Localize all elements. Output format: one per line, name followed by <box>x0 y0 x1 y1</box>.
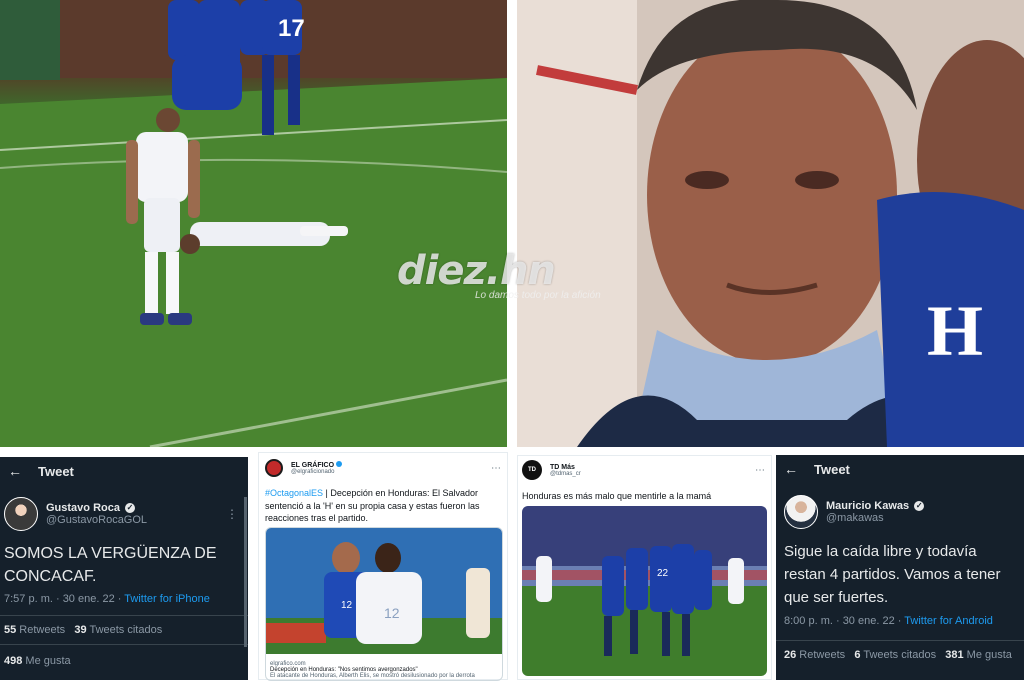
back-arrow-icon[interactable]: ← <box>784 461 798 477</box>
tweet-meta: 8:00 p. m. · 30 ene. 22 · Twitter for An… <box>776 609 1024 627</box>
tweet-photo[interactable]: 22 <box>522 506 767 676</box>
more-icon[interactable]: ⋮ <box>226 507 238 521</box>
honduras-h-crest-icon: H <box>927 291 983 371</box>
verified-badge-icon: ✓ <box>914 501 925 511</box>
likes-label[interactable]: Me gusta <box>964 649 1012 661</box>
tweet-author[interactable]: Mauricio Kawas ✓ @makawas <box>776 483 1024 529</box>
tweet-card-td-mas[interactable]: TD TD Más @tdmas_cr ⋯ Honduras es más ma… <box>517 455 772 680</box>
tweet-card-mauricio-kawas[interactable]: ← Tweet Mauricio Kawas ✓ @makawas Sigue … <box>776 455 1024 680</box>
tweet-header-title: Tweet <box>814 461 850 477</box>
retweets-label[interactable]: Retweets <box>16 624 65 636</box>
retweets-label[interactable]: Retweets <box>796 649 845 661</box>
likes-label[interactable]: Me gusta <box>22 655 70 667</box>
author-name: TD Más <box>550 463 575 471</box>
avatar[interactable] <box>784 495 818 529</box>
svg-text:12: 12 <box>384 605 400 621</box>
photo-players-on-pitch: 17 <box>0 0 507 447</box>
link-description: El atacante de Honduras, Alberth Elis, s… <box>270 673 475 679</box>
quotes-count[interactable]: 39 <box>74 624 86 636</box>
svg-text:12: 12 <box>341 600 353 611</box>
link-preview-card[interactable]: 12 12 elgrafico.com Decepción en Hondura… <box>265 527 503 681</box>
tweet-header-title: Tweet <box>38 463 74 479</box>
tweet-source-link[interactable]: Twitter for Android <box>904 615 993 627</box>
tweet-author[interactable]: TD TD Más @tdmas_cr ⋯ <box>518 456 771 480</box>
retweets-count[interactable]: 26 <box>784 649 796 661</box>
tweet-time: 7:57 p. m. · 30 ene. 22 · <box>4 593 125 605</box>
author-handle: @GustavoRocaGOL <box>46 514 148 526</box>
tweet-source-link[interactable]: Twitter for iPhone <box>124 593 210 605</box>
author-name: EL GRÁFICO <box>291 462 335 469</box>
tweet-text: Sigue la caída libre y todavía restan 4 … <box>784 543 1001 606</box>
avatar[interactable] <box>4 497 38 531</box>
pitch-scene-graphic: 17 <box>0 0 507 447</box>
link-preview-image: 12 12 <box>266 528 502 654</box>
author-handle: @elgraficionado <box>291 469 335 475</box>
tweet-text: SOMOS LA VERGÜENZA DE CONCACAF. <box>4 545 217 585</box>
likes-count[interactable]: 381 <box>945 649 963 661</box>
hashtag-link[interactable]: #OctagonalES <box>265 488 323 498</box>
likes-count[interactable]: 498 <box>4 655 22 667</box>
scrollbar[interactable] <box>244 497 247 647</box>
verified-badge-icon: ✓ <box>125 503 136 513</box>
coach-portrait-graphic: H <box>517 0 1024 447</box>
tweet-stats-row: 26 Retweets 6 Tweets citados 381 Me gust… <box>776 641 1024 669</box>
tweet-header: ← Tweet <box>0 457 248 485</box>
author-handle: @makawas <box>826 512 884 524</box>
back-arrow-icon[interactable]: ← <box>8 463 22 479</box>
tweet-card-gustavo-roca[interactable]: ← Tweet Gustavo Roca ✓ @GustavoRocaGOL ⋮… <box>0 457 248 680</box>
author-handle: @tdmas_cr <box>550 470 581 477</box>
tweet-header: ← Tweet <box>776 455 1024 483</box>
avatar[interactable]: TD <box>522 460 542 480</box>
tweet-text: #OctagonalES | Decepción en Honduras: El… <box>259 477 507 525</box>
author-name: Gustavo Roca <box>46 502 120 514</box>
tweet-time: 8:00 p. m. · 30 ene. 22 · <box>784 615 905 627</box>
tweet-author[interactable]: Gustavo Roca ✓ @GustavoRocaGOL ⋮ <box>0 485 248 531</box>
tweet-stats-row: 55 Retweets 39 Tweets citados <box>0 616 248 644</box>
svg-text:17: 17 <box>278 15 305 42</box>
tweet-text: Honduras es más malo que mentirle a la m… <box>522 491 712 501</box>
tweet-author[interactable]: EL GRÁFICO @elgraficionado ⋯ <box>259 453 507 477</box>
more-icon[interactable]: ⋯ <box>755 465 765 476</box>
tweet-meta: 7:57 p. m. · 30 ene. 22 · Twitter for iP… <box>0 588 248 605</box>
retweets-count[interactable]: 55 <box>4 624 16 636</box>
verified-badge-icon <box>336 461 342 467</box>
avatar[interactable] <box>265 459 283 477</box>
quotes-label[interactable]: Tweets citados <box>87 624 162 636</box>
more-icon[interactable]: ⋯ <box>491 463 501 474</box>
quotes-label[interactable]: Tweets citados <box>860 649 936 661</box>
tweet-card-el-grafico[interactable]: EL GRÁFICO @elgraficionado ⋯ #OctagonalE… <box>258 452 508 681</box>
photo-coach-portrait: H <box>517 0 1024 447</box>
author-name: Mauricio Kawas <box>826 500 910 512</box>
tweet-likes-row: 498 Me gusta <box>0 645 248 677</box>
team-photo-graphic: 22 <box>522 506 767 676</box>
svg-text:22: 22 <box>657 568 669 579</box>
